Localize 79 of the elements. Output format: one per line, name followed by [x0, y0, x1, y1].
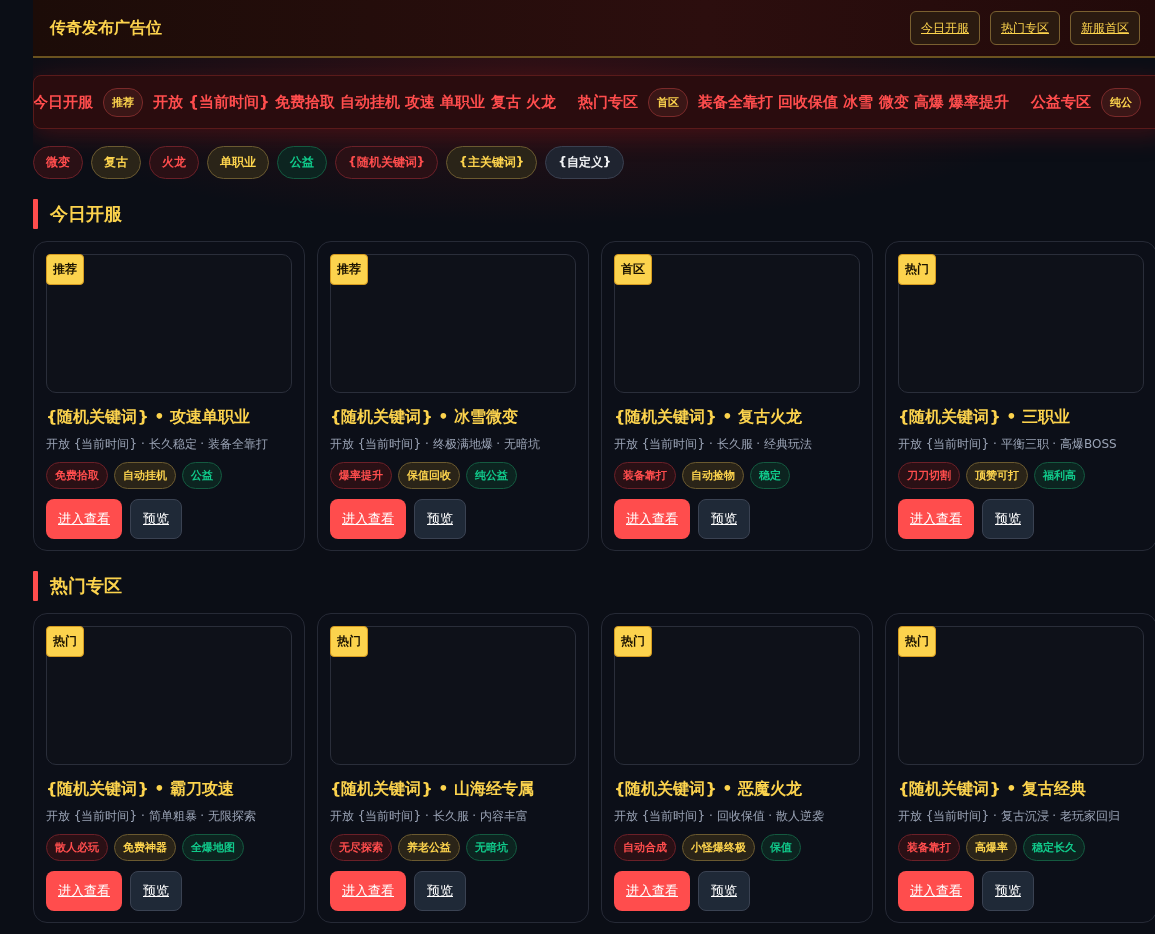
ticker-text: 开放 {当前时间} 免费拾取 自动挂机 攻速 单职业 复古 火龙 — [153, 92, 556, 112]
feature-tag: 刀刀切割 — [898, 462, 960, 489]
card-subtitle: 开放 {当前时间} · 回收保值 · 散人逆袭 — [614, 808, 825, 825]
feature-tag: 福利高 — [1034, 462, 1085, 489]
card-badge: 推荐 — [46, 254, 84, 285]
card-title: {随机关键词} • 冰雪微变 — [330, 407, 520, 428]
feature-tag: 公益 — [182, 462, 222, 489]
ticker-badge: 纯公 — [1101, 87, 1142, 117]
ticker-text: 热门专区 — [577, 92, 638, 112]
ticker-badge: 推荐 — [103, 87, 143, 117]
card-subtitle: 开放 {当前时间} · 平衡三职 · 高爆BOSS — [898, 436, 1118, 453]
card-title: {随机关键词} • 复古经典 — [898, 779, 1088, 800]
feature-tag: 自动捡物 — [682, 462, 744, 489]
feature-tag: 自动挂机 — [114, 462, 176, 489]
preview-button[interactable]: 预览 — [414, 499, 466, 539]
filter-chip[interactable]: 复古 — [91, 146, 141, 179]
section-marker — [33, 199, 38, 229]
feature-tag: 保值回收 — [398, 462, 460, 489]
filter-chip[interactable]: 单职业 — [207, 146, 269, 179]
feature-tag: 养老公益 — [398, 834, 460, 861]
feature-tag: 全爆地图 — [182, 834, 244, 861]
section-title: 今日开服 — [50, 202, 122, 226]
preview-button[interactable]: 预览 — [130, 871, 182, 911]
feature-tag: 装备靠打 — [614, 462, 676, 489]
card-title: {随机关键词} • 恶魔火龙 — [614, 779, 804, 800]
feature-tag: 无暗坑 — [466, 834, 517, 861]
card-title: {随机关键词} • 复古火龙 — [614, 407, 804, 428]
card-title: {随机关键词} • 山海经专属 — [330, 779, 536, 800]
feature-tag: 爆率提升 — [330, 462, 392, 489]
card-badge: 热门 — [898, 254, 936, 285]
ticker-text: 公益专区 — [1031, 92, 1092, 112]
ticker-badge: 首区 — [647, 87, 688, 117]
ticker-text: 装备全靠打 回收保值 冰雪 微变 高爆 爆率提升 — [697, 92, 1010, 112]
filter-chip[interactable]: 公益 — [277, 146, 327, 179]
feature-tag: 自动合成 — [614, 834, 676, 861]
preview-button[interactable]: 预览 — [698, 871, 750, 911]
card-title: {随机关键词} • 霸刀攻速 — [46, 779, 236, 800]
feature-tag: 装备靠打 — [898, 834, 960, 861]
feature-tag: 免费神器 — [114, 834, 176, 861]
preview-button[interactable]: 预览 — [414, 871, 466, 911]
feature-tag: 稳定 — [750, 462, 790, 489]
card-title: {随机关键词} • 攻速单职业 — [46, 407, 252, 428]
card-title: {随机关键词} • 三职业 — [898, 407, 1072, 428]
filter-chip[interactable]: {自定义} — [545, 146, 625, 179]
card-subtitle: 开放 {当前时间} · 长久稳定 · 装备全靠打 — [46, 436, 269, 453]
feature-tag: 无尽探索 — [330, 834, 392, 861]
card-badge: 推荐 — [330, 254, 368, 285]
card-badge: 热门 — [330, 626, 368, 657]
section-title: 热门专区 — [50, 574, 122, 598]
preview-button[interactable]: 预览 — [982, 871, 1034, 911]
filter-chip[interactable]: 火龙 — [149, 146, 199, 179]
card-badge: 热门 — [614, 626, 652, 657]
card-subtitle: 开放 {当前时间} · 复古沉浸 · 老玩家回归 — [898, 808, 1121, 825]
feature-tag: 小怪爆终极 — [682, 834, 755, 861]
filter-chip[interactable]: {主关键词} — [446, 146, 538, 179]
feature-tag: 免费拾取 — [46, 462, 108, 489]
card-subtitle: 开放 {当前时间} · 长久服 · 内容丰富 — [330, 808, 529, 825]
card-subtitle: 开放 {当前时间} · 长久服 · 经典玩法 — [614, 436, 813, 453]
feature-tag: 稳定长久 — [1023, 834, 1085, 861]
feature-tag: 纯公益 — [466, 462, 517, 489]
preview-button[interactable]: 预览 — [982, 499, 1034, 539]
card-badge: 热门 — [46, 626, 84, 657]
preview-button[interactable]: 预览 — [698, 499, 750, 539]
section-marker — [33, 571, 38, 601]
feature-tag: 散人必玩 — [46, 834, 108, 861]
nav-button[interactable]: 热门专区 — [990, 11, 1060, 45]
card-badge: 首区 — [614, 254, 652, 285]
card-badge: 热门 — [898, 626, 936, 657]
card-subtitle: 开放 {当前时间} · 终极满地爆 · 无暗坑 — [330, 436, 541, 453]
feature-tag: 顶赞可打 — [966, 462, 1028, 489]
filter-chip[interactable]: {随机关键词} — [335, 146, 439, 179]
card-subtitle: 开放 {当前时间} · 简单粗暴 · 无限探索 — [46, 808, 257, 825]
feature-tag: 保值 — [761, 834, 801, 861]
site-title: 传奇发布广告位 — [50, 17, 162, 39]
nav-button[interactable]: 今日开服 — [910, 11, 980, 45]
nav-button[interactable]: 新服首区 — [1070, 11, 1140, 45]
preview-button[interactable]: 预览 — [130, 499, 182, 539]
filter-chip[interactable]: 微变 — [33, 146, 83, 179]
feature-tag: 高爆率 — [966, 834, 1017, 861]
